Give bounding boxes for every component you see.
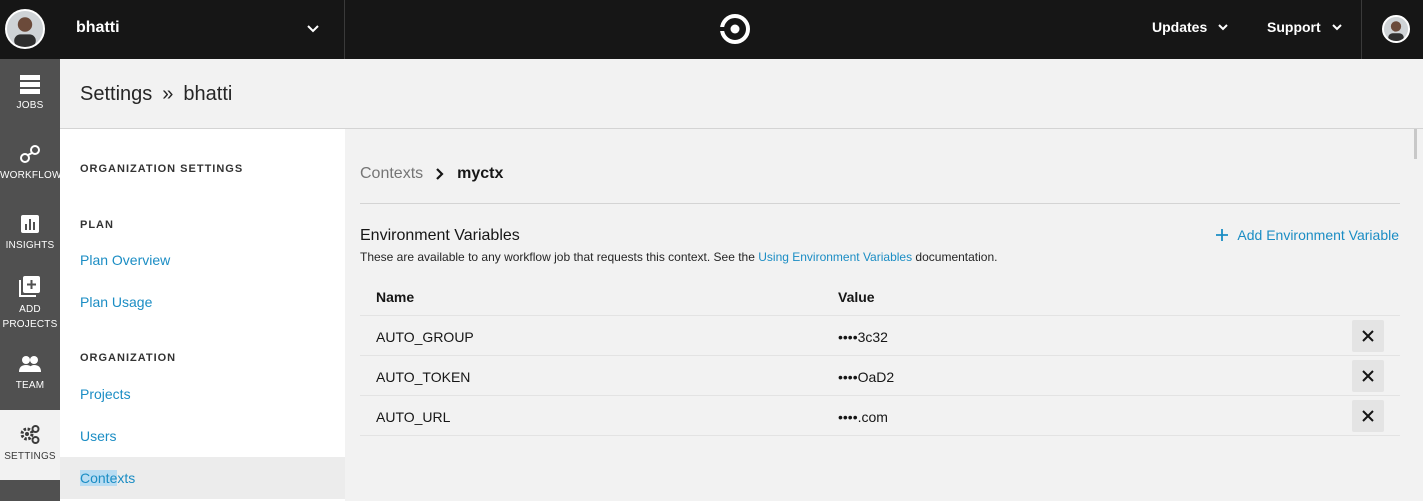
nav-settings-label: SETTINGS — [4, 451, 56, 462]
updates-label: Updates — [1152, 19, 1208, 35]
jobs-icon — [20, 75, 40, 94]
page-title: Settings » bhatti — [80, 83, 232, 106]
workflows-icon — [20, 145, 40, 163]
section-title: Environment Variables — [360, 227, 520, 244]
section-description: These are available to any workflow job … — [360, 250, 997, 264]
nav-settings[interactable]: SETTINGS — [0, 410, 60, 480]
table-row: AUTO_TOKEN ••••OaD2 — [360, 356, 1400, 396]
env-var-name: AUTO_GROUP — [376, 329, 474, 345]
close-icon — [1362, 330, 1374, 342]
env-var-name: AUTO_TOKEN — [376, 369, 471, 385]
delete-env-var-button[interactable] — [1352, 360, 1384, 392]
breadcrumb: Contexts myctx — [360, 165, 503, 183]
team-icon — [19, 356, 41, 372]
nav-add-projects[interactable]: ADD PROJECTS — [0, 275, 60, 332]
updates-menu[interactable]: Updates — [1152, 19, 1229, 35]
page-header: Settings » bhatti — [60, 59, 1423, 129]
column-header-value: Value — [838, 289, 875, 305]
nav-workflows[interactable]: WORKFLOWS — [0, 143, 68, 181]
plus-icon — [1216, 229, 1229, 241]
add-projects-icon — [19, 276, 40, 297]
settings-sidebar: ORGANIZATION SETTINGS PLAN Plan Overview… — [60, 129, 345, 501]
org-switcher[interactable]: bhatti — [0, 0, 345, 59]
table-header: Name Value — [360, 276, 1400, 316]
add-env-var-label: Add Environment Variable — [1237, 227, 1399, 243]
sidebar-link-plan-overview[interactable]: Plan Overview — [80, 252, 170, 268]
chevron-down-icon — [1331, 24, 1342, 31]
plan-heading: PLAN — [80, 219, 114, 231]
delete-env-var-button[interactable] — [1352, 400, 1384, 432]
env-var-value: ••••OaD2 — [838, 369, 895, 385]
close-icon — [1362, 370, 1374, 382]
table-row: AUTO_GROUP ••••3c32 — [360, 316, 1400, 356]
top-bar: bhatti Updates Support — [0, 0, 1423, 59]
org-name: bhatti — [76, 19, 120, 36]
nav-insights[interactable]: INSIGHTS — [0, 213, 60, 251]
nav-jobs-label: JOBS — [16, 100, 44, 111]
sidebar-link-plan-usage[interactable]: Plan Usage — [80, 294, 152, 310]
org-avatar — [5, 9, 45, 49]
env-vars-table: Name Value AUTO_GROUP ••••3c32 AUTO_TOKE… — [360, 276, 1400, 436]
env-var-value: ••••3c32 — [838, 329, 888, 345]
nav-team[interactable]: TEAM — [0, 353, 60, 391]
user-menu[interactable] — [1361, 0, 1423, 59]
scrollbar[interactable] — [1414, 129, 1417, 159]
nav-add-projects-label-1: ADD — [19, 304, 41, 315]
nav-workflows-label: WORKFLOWS — [0, 170, 69, 181]
insights-icon — [21, 215, 39, 233]
sidebar-link-contexts-rest: xts — [117, 470, 136, 486]
sidebar-link-users[interactable]: Users — [80, 428, 117, 444]
nav-jobs[interactable]: JOBS — [0, 73, 60, 111]
column-header-name: Name — [376, 289, 415, 305]
env-var-value: ••••.com — [838, 409, 888, 425]
breadcrumb-contexts[interactable]: Contexts — [360, 165, 423, 183]
nav-insights-label: INSIGHTS — [5, 240, 55, 251]
delete-env-var-button[interactable] — [1352, 320, 1384, 352]
user-avatar — [1382, 15, 1410, 43]
sidebar-link-projects[interactable]: Projects — [80, 386, 131, 402]
support-menu[interactable]: Support — [1267, 19, 1343, 35]
support-label: Support — [1267, 19, 1321, 35]
nav-team-label: TEAM — [15, 380, 45, 391]
sidebar-link-contexts[interactable]: Contexts — [60, 457, 345, 499]
divider — [360, 203, 1400, 204]
env-vars-docs-link[interactable]: Using Environment Variables — [758, 250, 912, 264]
close-icon — [1362, 410, 1374, 422]
desc-text-after: documentation. — [912, 250, 998, 264]
table-row: AUTO_URL ••••.com — [360, 396, 1400, 436]
circleci-logo[interactable] — [720, 14, 750, 44]
chevron-down-icon — [307, 25, 319, 33]
page-title-org: bhatti — [183, 83, 233, 105]
main-content: Contexts myctx Environment Variables The… — [345, 129, 1423, 501]
breadcrumb-current: myctx — [457, 165, 504, 182]
chevron-down-icon — [1218, 24, 1228, 31]
page-title-separator: » — [162, 83, 174, 105]
env-var-name: AUTO_URL — [376, 409, 451, 425]
settings-icon — [20, 425, 40, 444]
left-nav: JOBS WORKFLOWS INSIGHTS ADD PROJECTS TEA… — [0, 59, 68, 501]
sidebar-link-contexts-selected: Conte — [80, 470, 118, 486]
desc-text-before: These are available to any workflow job … — [360, 250, 759, 264]
page-title-section: Settings — [80, 83, 153, 105]
organization-heading: ORGANIZATION — [80, 352, 177, 364]
chevron-right-icon — [436, 168, 444, 180]
org-settings-heading: ORGANIZATION SETTINGS — [80, 163, 244, 175]
add-env-var-button[interactable]: Add Environment Variable — [1215, 227, 1399, 243]
nav-add-projects-label-2: PROJECTS — [2, 319, 58, 330]
